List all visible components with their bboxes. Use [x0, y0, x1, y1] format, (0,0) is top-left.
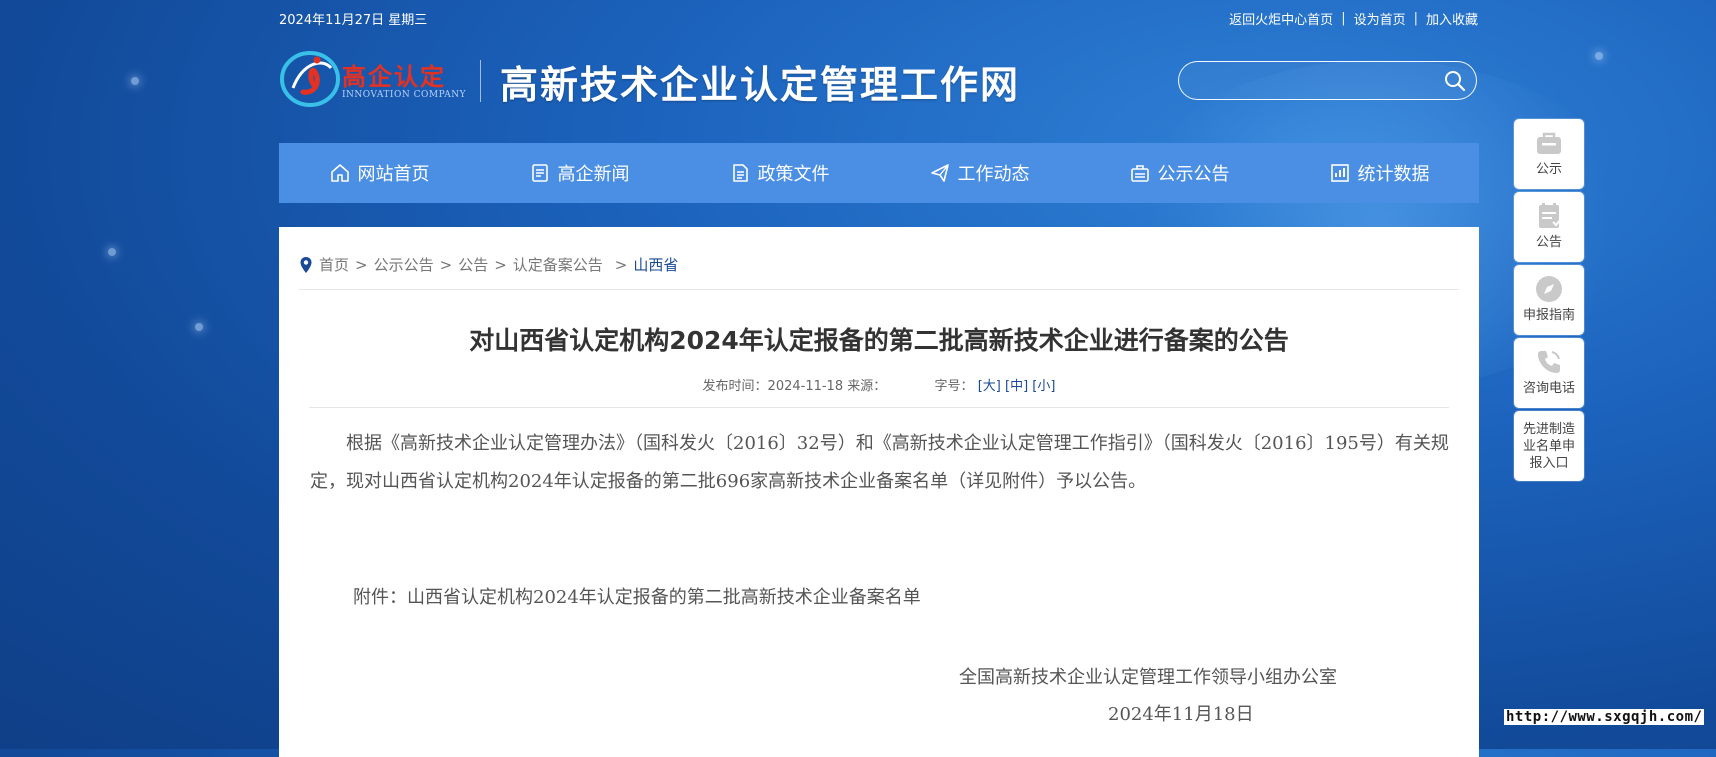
phone-icon	[1538, 351, 1560, 373]
main-nav: 网站首页 高企新闻 政策文件 工作动态 公示公告 统计数据	[279, 143, 1479, 203]
font-size-label: 字号：	[934, 379, 974, 394]
nav-item-label: 政策文件	[757, 164, 830, 185]
breadcrumb-home[interactable]: 首页	[319, 254, 349, 275]
signature-org: 全国高新技术企业认定管理工作领导小组办公室	[959, 667, 1337, 688]
publish-date: 2024-11-18	[767, 379, 844, 394]
chart-icon	[1330, 164, 1349, 182]
nav-item-work-updates[interactable]: 工作动态	[929, 160, 1030, 186]
location-pin-icon	[300, 256, 312, 273]
font-size-large[interactable]: [大]	[978, 379, 1001, 394]
publish-label: 发布时间：	[702, 379, 768, 394]
compass-icon	[1536, 276, 1562, 302]
background-dot	[195, 323, 203, 331]
site-title: 高新技术企业认定管理工作网	[500, 62, 1021, 107]
nav-item-label: 工作动态	[957, 164, 1030, 185]
breadcrumb-separator: >	[494, 255, 507, 274]
nav-item-policy[interactable]: 政策文件	[729, 160, 830, 186]
link-separator: |	[1341, 11, 1346, 26]
source-label: 来源：	[847, 379, 887, 394]
sidebar-item-label: 公告	[1535, 235, 1562, 250]
sidebar-item-label: 先进制造业名单申报入口	[1522, 421, 1575, 471]
nav-item-label: 统计数据	[1357, 164, 1430, 185]
font-size-small[interactable]: [小]	[1032, 379, 1055, 394]
search-box	[1178, 61, 1477, 100]
sidebar-item-advanced-manufacturing[interactable]: 先进制造业名单申报入口	[1514, 411, 1584, 481]
breadcrumb-notice[interactable]: 公告	[458, 254, 488, 275]
logo-subtitle: INNOVATION COMPANY	[342, 90, 467, 100]
logo-divider	[480, 60, 481, 102]
set-homepage-link[interactable]: 设为首页	[1354, 9, 1406, 28]
announcement-icon	[1130, 165, 1149, 182]
attachment: 附件：山西省认定机构2024年认定报备的第二批高新技术企业备案名单	[353, 583, 921, 609]
breadcrumb-current[interactable]: 山西省	[633, 254, 678, 275]
font-size-medium[interactable]: [中]	[1005, 379, 1028, 394]
breadcrumb-announcements[interactable]: 公示公告	[374, 254, 434, 275]
nav-item-label: 网站首页	[357, 164, 430, 185]
search-icon[interactable]	[1444, 70, 1466, 92]
sidebar-item-publicity[interactable]: 公示	[1514, 119, 1584, 189]
current-date: 2024年11月27日 星期三	[279, 13, 428, 28]
divider	[309, 407, 1449, 408]
attachment-link[interactable]: 山西省认定机构2024年认定报备的第二批高新技术企业备案名单	[407, 587, 921, 608]
breadcrumb-separator: >	[439, 255, 453, 274]
url-watermark: http://www.sxgqjh.com/	[1504, 709, 1705, 725]
sidebar-item-label: 公示	[1535, 162, 1562, 177]
breadcrumb: 首页 > 公示公告 > 公告 > 认定备案公告 > 山西省	[299, 254, 678, 275]
background-dot	[1595, 52, 1603, 60]
nav-item-label: 公示公告	[1157, 164, 1230, 185]
top-links: 返回火炬中心首页 | 设为首页 | 加入收藏	[1229, 9, 1478, 28]
logo-text: 高企认定	[342, 62, 446, 91]
back-to-torch-center-link[interactable]: 返回火炬中心首页	[1229, 9, 1333, 28]
sidebar-item-label: 咨询电话	[1522, 381, 1575, 396]
link-separator: |	[1413, 11, 1418, 26]
sidebar-item-label: 申报指南	[1522, 308, 1575, 323]
nav-item-home[interactable]: 网站首页	[329, 160, 430, 186]
background-dot	[108, 248, 116, 256]
notice-board-icon	[1539, 203, 1562, 228]
article-paragraph: 根据《高新技术企业认定管理办法》（国科发火〔2016〕32号）和《高新技术企业认…	[310, 433, 1449, 492]
nav-item-news[interactable]: 高企新闻	[529, 160, 630, 186]
attachment-label: 附件：	[353, 587, 407, 608]
signature-date: 2024年11月18日	[1108, 704, 1254, 725]
news-icon	[531, 164, 548, 182]
nav-item-label: 高企新闻	[557, 164, 630, 185]
home-icon	[330, 164, 349, 182]
nav-item-statistics[interactable]: 统计数据	[1329, 160, 1430, 186]
add-favorite-link[interactable]: 加入收藏	[1426, 9, 1478, 28]
sidebar-item-hotline[interactable]: 咨询电话	[1514, 338, 1584, 408]
nav-item-announcements[interactable]: 公示公告	[1129, 160, 1230, 186]
breadcrumb-separator: >	[355, 255, 368, 274]
breadcrumb-filing-notice[interactable]: 认定备案公告	[513, 254, 603, 275]
divider	[299, 289, 1459, 290]
document-icon	[732, 164, 748, 182]
breadcrumb-separator: >	[614, 255, 628, 274]
search-input[interactable]	[1193, 68, 1437, 94]
article-meta: 发布时间：2024-11-18 来源： 字号： [大] [中] [小]	[279, 375, 1479, 394]
paper-plane-icon	[930, 164, 949, 182]
briefcase-icon	[1537, 132, 1561, 154]
background-dot	[131, 77, 139, 85]
sidebar-item-notice[interactable]: 公告	[1514, 192, 1584, 262]
article-title: 对山西省认定机构2024年认定报备的第二批高新技术企业进行备案的公告	[469, 326, 1289, 355]
article-panel: 首页 > 公示公告 > 公告 > 认定备案公告 > 山西省 对山西省认定机构20…	[279, 227, 1479, 757]
article-body: 根据《高新技术企业认定管理办法》（国科发火〔2016〕32号）和《高新技术企业认…	[310, 425, 1449, 501]
sidebar-item-guide[interactable]: 申报指南	[1514, 265, 1584, 335]
